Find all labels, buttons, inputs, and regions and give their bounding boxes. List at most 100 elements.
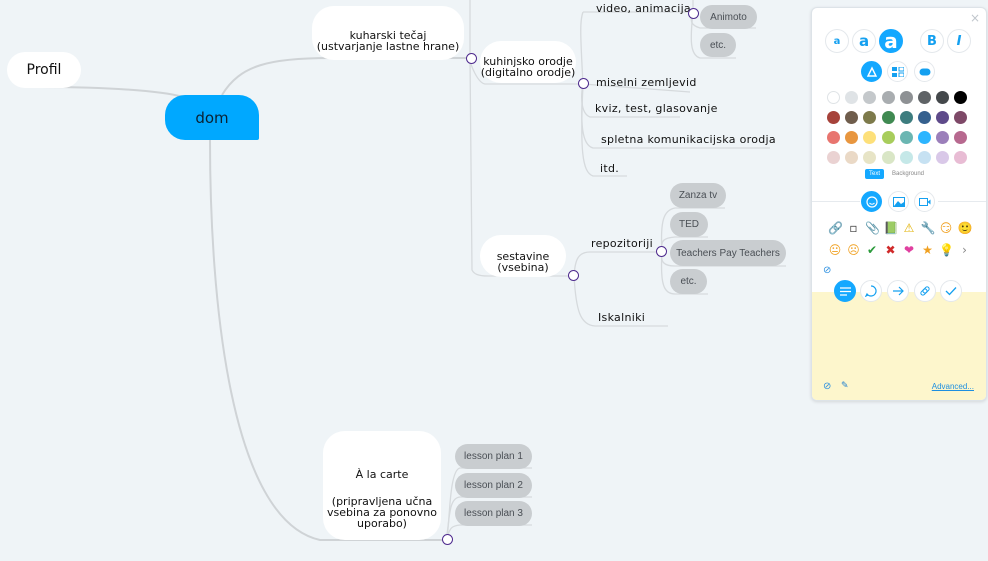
color-swatch[interactable] xyxy=(863,131,877,144)
node-profil[interactable]: Profil xyxy=(7,52,81,88)
color-swatch[interactable] xyxy=(954,131,968,144)
color-swatch[interactable] xyxy=(954,91,968,104)
node-zanza-tv[interactable]: Zanza tv xyxy=(670,183,726,208)
color-swatch[interactable] xyxy=(936,111,950,124)
no-icon-button[interactable]: ⊘ xyxy=(823,265,831,276)
marker-icon[interactable]: 🔗 xyxy=(828,221,843,235)
node-lesson-plan-3[interactable]: lesson plan 3 xyxy=(455,501,532,526)
color-swatch[interactable] xyxy=(899,111,913,124)
font-size-medium-button[interactable]: a xyxy=(852,29,876,53)
collapse-knob[interactable] xyxy=(656,246,667,257)
color-swatch[interactable] xyxy=(827,131,840,144)
color-swatch[interactable] xyxy=(827,111,840,124)
node-sublabel: (vsebina) xyxy=(497,261,549,274)
color-swatch[interactable] xyxy=(918,131,931,144)
eyedropper-icon[interactable]: ✎ xyxy=(841,381,849,391)
color-swatch[interactable] xyxy=(845,111,859,124)
tab-background[interactable]: Background xyxy=(892,171,924,177)
node-video-animacija[interactable]: video, animacija xyxy=(596,1,691,15)
emoji-tab[interactable] xyxy=(861,191,882,212)
color-swatch[interactable] xyxy=(899,151,913,164)
color-swatch[interactable] xyxy=(863,151,877,164)
marker-icon[interactable]: ✖ xyxy=(884,243,898,257)
color-swatch[interactable] xyxy=(936,151,950,164)
node-root[interactable]: dom xyxy=(165,95,259,140)
collapse-knob[interactable] xyxy=(442,534,453,545)
color-swatch[interactable] xyxy=(918,111,931,124)
node-kuharski-tecaj[interactable]: kuharski tečaj (ustvarjanje lastne hrane… xyxy=(312,6,464,60)
border-button[interactable] xyxy=(914,61,935,82)
arrow-tab[interactable] xyxy=(887,280,909,302)
color-swatch[interactable] xyxy=(881,91,895,104)
node-repozitoriji[interactable]: repozitoriji xyxy=(591,236,653,250)
color-swatch[interactable] xyxy=(845,131,859,144)
tab-text[interactable]: Text xyxy=(865,169,885,179)
marker-icon[interactable]: ❤ xyxy=(902,243,916,257)
video-tab[interactable] xyxy=(914,191,935,212)
image-tab[interactable] xyxy=(888,191,909,212)
comment-tab[interactable] xyxy=(860,280,882,302)
advanced-link[interactable]: Advanced... xyxy=(932,382,974,391)
collapse-knob[interactable] xyxy=(578,78,589,89)
node-lesson-plan-1[interactable]: lesson plan 1 xyxy=(455,444,532,469)
marker-icon[interactable]: › xyxy=(958,243,972,257)
color-swatch[interactable] xyxy=(845,91,859,104)
color-swatch[interactable] xyxy=(936,91,950,104)
task-tab[interactable] xyxy=(940,280,962,302)
node-spletna-orodja[interactable]: spletna komunikacijska orodja xyxy=(601,132,776,146)
node-animoto[interactable]: Animoto xyxy=(700,5,757,29)
node-kuhinjsko-orodje[interactable]: kuhinjsko orodje (digitalno orodje) xyxy=(480,41,576,83)
layout-button[interactable] xyxy=(887,61,908,82)
color-swatch[interactable] xyxy=(827,91,840,104)
collapse-knob[interactable] xyxy=(688,8,699,19)
color-swatch[interactable] xyxy=(863,111,877,124)
marker-icon[interactable]: 💡 xyxy=(939,243,954,257)
node-iskalniki[interactable]: Iskalniki xyxy=(598,310,645,324)
font-size-large-button[interactable]: a xyxy=(879,29,903,53)
color-swatch[interactable] xyxy=(918,151,931,164)
marker-icon[interactable]: ☹ xyxy=(847,243,861,257)
color-swatch[interactable] xyxy=(881,111,895,124)
marker-icon[interactable]: ✔ xyxy=(865,243,879,257)
marker-icon[interactable]: 📗 xyxy=(884,221,899,235)
color-swatch[interactable] xyxy=(954,151,968,164)
color-swatch[interactable] xyxy=(863,91,877,104)
node-etc[interactable]: etc. xyxy=(700,33,736,57)
bold-button[interactable]: B xyxy=(920,29,944,53)
color-swatch[interactable] xyxy=(899,131,913,144)
marker-icon[interactable]: 📎 xyxy=(865,221,880,235)
node-teachers-pay-teachers[interactable]: Teachers Pay Teachers xyxy=(670,240,786,266)
marker-icon[interactable]: 🙂 xyxy=(958,221,973,235)
node-itd[interactable]: itd. xyxy=(600,161,619,175)
node-etc[interactable]: etc. xyxy=(670,269,707,294)
color-swatch[interactable] xyxy=(827,151,840,164)
color-swatch[interactable] xyxy=(936,131,950,144)
color-swatch[interactable] xyxy=(845,151,859,164)
node-kviz[interactable]: kviz, test, glasovanje xyxy=(595,101,718,115)
color-swatch[interactable] xyxy=(881,131,895,144)
node-a-la-carte[interactable]: À la carte (pripravljena učna vsebina za… xyxy=(323,431,441,540)
color-swatch[interactable] xyxy=(918,91,931,104)
node-lesson-plan-2[interactable]: lesson plan 2 xyxy=(455,473,532,498)
color-swatch[interactable] xyxy=(899,91,913,104)
collapse-knob[interactable] xyxy=(568,270,579,281)
font-size-small-button[interactable]: a xyxy=(825,29,849,53)
collapse-knob[interactable] xyxy=(466,53,477,64)
marker-icon[interactable]: ▫ xyxy=(847,221,861,235)
marker-icon[interactable]: 😏 xyxy=(939,221,953,235)
color-swatch[interactable] xyxy=(954,111,968,124)
node-miselni-zemljevid[interactable]: miselni zemljevid xyxy=(596,75,697,89)
node-sestavine[interactable]: sestavine (vsebina) xyxy=(480,235,566,277)
italic-button[interactable]: I xyxy=(947,29,971,53)
clear-icon[interactable]: ⊘ xyxy=(823,381,831,392)
marker-icon[interactable]: ★ xyxy=(921,243,935,257)
notes-tab[interactable] xyxy=(834,280,856,302)
fill-button[interactable] xyxy=(861,61,882,82)
close-icon[interactable]: × xyxy=(970,11,980,25)
link-tab[interactable] xyxy=(914,280,936,302)
color-swatch[interactable] xyxy=(881,151,895,164)
node-ted[interactable]: TED xyxy=(670,212,708,237)
marker-icon[interactable]: 😐 xyxy=(828,243,842,257)
marker-icon[interactable]: 🔧 xyxy=(921,221,936,235)
marker-icon[interactable]: ⚠ xyxy=(902,221,916,235)
